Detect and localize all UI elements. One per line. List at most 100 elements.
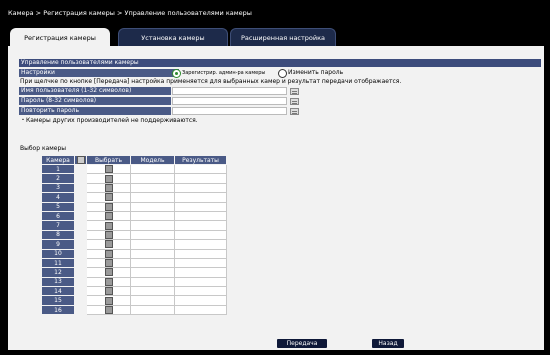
camera-number: 5 [41,201,75,212]
camera-model-cell [130,173,175,184]
radio-register-admin-label: Зарегистрир. админ-ра камеры [182,70,266,76]
camera-select-checkbox[interactable] [86,304,131,316]
camera-number: 16 [41,304,75,316]
camera-result-cell [174,201,227,212]
camera-model-cell [130,229,175,241]
camera-select-checkbox[interactable] [86,201,131,212]
password-input[interactable] [172,97,287,105]
camera-model-cell [130,248,175,259]
camera-result-cell [174,304,227,316]
camera-result-cell [174,163,227,175]
col-select: Выбрать [86,155,131,165]
col-model: Модель [130,155,175,165]
tab-advanced-settings[interactable]: Расширенная настройка [230,28,336,46]
camera-result-cell [174,229,227,241]
camera-model-cell [130,163,175,175]
radio-change-password-label: Изменить пароль [288,69,344,76]
camera-model-cell [130,257,175,269]
camera-select-checkbox[interactable] [86,163,131,175]
camera-select-checkbox[interactable] [86,229,131,241]
repeat-password-label: Повторить пароль [19,107,171,115]
camera-select-checkbox[interactable] [86,210,131,222]
camera-result-cell [174,220,227,231]
camera-number: 15 [41,295,75,306]
camera-result-cell [174,295,227,306]
camera-select-checkbox[interactable] [86,220,131,231]
camera-result-cell [174,276,227,288]
top-bar: Камера > Регистрация камеры > Управление… [0,0,550,28]
camera-model-cell [130,267,175,278]
camera-number: 14 [41,286,75,297]
radio-change-password[interactable] [278,68,287,78]
camera-table: Камера Выбрать Модель Результаты 1234567… [41,155,227,316]
camera-number: 12 [41,267,75,278]
camera-number: 8 [41,229,75,241]
camera-model-cell [130,182,175,194]
table-row: 14 [41,286,227,297]
tab-camera-registration[interactable]: Регистрация камеры [10,28,110,47]
camera-result-cell [174,267,227,278]
username-label: Имя пользователя (1-32 символов) [19,87,171,95]
camera-select-title: Выбор камеры [20,145,67,152]
camera-model-cell [130,210,175,222]
camera-number: 10 [41,248,75,259]
back-button[interactable]: Назад [372,339,404,348]
send-button[interactable]: Передача [277,339,327,348]
radio-register-admin[interactable] [172,68,181,78]
camera-number: 2 [41,173,75,184]
camera-number: 1 [41,163,75,175]
camera-select-checkbox[interactable] [86,276,131,288]
keyboard-icon[interactable] [290,97,299,105]
table-row: 6 [41,210,227,222]
table-row: 9 [41,239,227,250]
table-row: 2 [41,173,227,184]
table-row: 1 [41,163,227,175]
breadcrumb: Камера > Регистрация камеры > Управление… [8,9,252,17]
table-row: 11 [41,257,227,269]
camera-result-cell [174,173,227,184]
camera-number: 7 [41,220,75,231]
camera-result-cell [174,248,227,259]
camera-number: 4 [41,192,75,203]
camera-result-cell [174,286,227,297]
camera-model-cell [130,220,175,231]
tab-camera-setup[interactable]: Установка камеры [118,28,228,46]
camera-result-cell [174,257,227,269]
camera-model-cell [130,239,175,250]
camera-select-checkbox[interactable] [86,182,131,194]
camera-select-checkbox[interactable] [86,239,131,250]
select-all-checkbox[interactable] [74,155,87,165]
table-row: 3 [41,182,227,194]
table-row: 12 [41,267,227,278]
keyboard-icon[interactable] [290,107,299,115]
repeat-password-input[interactable] [172,107,287,115]
camera-select-checkbox[interactable] [86,286,131,297]
main-panel: Управление пользователями камеры Настрой… [8,46,544,350]
camera-number: 11 [41,257,75,269]
col-results: Результаты [174,155,227,165]
notice-text: При щелчке по кнопке [Передача] настройк… [20,78,402,85]
camera-number: 9 [41,239,75,250]
camera-model-cell [130,304,175,316]
camera-number: 3 [41,182,75,194]
camera-model-cell [130,192,175,203]
camera-result-cell [174,182,227,194]
camera-model-cell [130,201,175,212]
camera-select-checkbox[interactable] [86,295,131,306]
camera-select-checkbox[interactable] [86,257,131,269]
camera-select-checkbox[interactable] [86,192,131,203]
camera-number: 13 [41,276,75,288]
username-input[interactable] [172,87,287,95]
camera-model-cell [130,286,175,297]
camera-result-cell [174,210,227,222]
table-row: 10 [41,248,227,259]
col-camera: Камера [41,155,75,165]
table-row: 5 [41,201,227,212]
camera-select-checkbox[interactable] [86,267,131,278]
camera-select-checkbox[interactable] [86,173,131,184]
keyboard-icon[interactable] [290,87,299,95]
camera-select-checkbox[interactable] [86,248,131,259]
section-title: Управление пользователями камеры [19,59,541,67]
note-text: ・Камеры других производителей не поддерж… [20,117,198,124]
camera-model-cell [130,295,175,306]
